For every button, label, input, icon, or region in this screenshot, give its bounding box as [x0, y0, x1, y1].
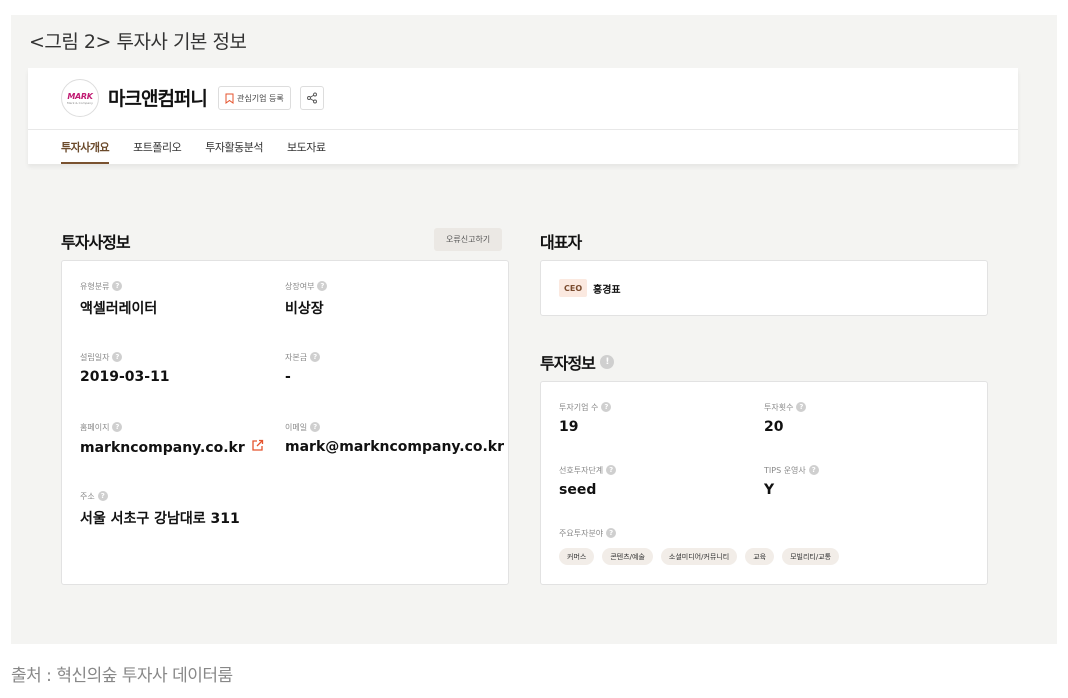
help-icon[interactable]: ? — [317, 281, 328, 291]
focus-chip[interactable]: 콘텐츠/예술 — [602, 548, 653, 565]
watchlist-label: 관심기업 등록 — [237, 93, 284, 103]
share-icon — [306, 89, 318, 108]
focus-chip[interactable]: 소셜미디어/커뮤니티 — [660, 548, 738, 565]
field-value: 19 — [559, 419, 579, 435]
field-label: 설립일자 — [80, 352, 110, 362]
field-label: 상장여부 — [285, 281, 315, 291]
ceo-panel: CEO 홍경표 — [540, 260, 988, 316]
help-icon[interactable]: ? — [112, 281, 123, 291]
field-label: 투자횟수 — [764, 402, 794, 412]
field-label: 이메일 — [285, 422, 308, 432]
field-label: 주요투자분야 — [559, 528, 604, 538]
company-name: 마크앤컴퍼니 — [108, 88, 208, 110]
field-label: TIPS 운영사 — [764, 465, 806, 475]
help-icon[interactable]: ? — [112, 422, 123, 432]
field-investment-count: 투자횟수? 20 — [764, 401, 807, 435]
field-email: 이메일? mark@markncompany.co.kr — [285, 421, 504, 455]
ceo-title: 대표자 — [540, 233, 582, 252]
investment-info-label: 투자정보 — [540, 354, 596, 373]
share-button[interactable] — [300, 86, 324, 110]
field-value: Y — [764, 482, 775, 498]
external-link-icon[interactable] — [251, 439, 264, 456]
field-value: seed — [559, 482, 597, 498]
tab-overview[interactable]: 투자사개요 — [61, 139, 110, 164]
field-value: 2019-03-11 — [80, 369, 170, 385]
tab-activity-analysis[interactable]: 투자활동분석 — [205, 139, 263, 164]
field-listing: 상장여부? 비상장 — [285, 280, 328, 318]
help-icon[interactable]: ! — [599, 355, 614, 369]
investment-info-panel: 투자기업 수? 19 투자횟수? 20 선호투자단계? seed TIPS 운영… — [540, 381, 988, 585]
focus-area-chips: 커머스 콘텐츠/예술 소셜미디어/커뮤니티 교육 모빌리티/교통 — [559, 548, 840, 565]
field-homepage: 홈페이지? markncompany.co.kr — [80, 421, 264, 456]
investor-info-title: 투자사정보 — [61, 233, 131, 252]
help-icon[interactable]: ? — [97, 491, 108, 501]
bookmark-icon — [225, 93, 234, 104]
field-value: - — [285, 369, 291, 385]
tab-bar: 투자사개요 포트폴리오 투자활동분석 보도자료 — [61, 139, 326, 164]
field-capital: 자본금? - — [285, 351, 321, 385]
help-icon[interactable]: ? — [601, 402, 612, 412]
field-label: 투자기업 수 — [559, 402, 599, 412]
ceo-tag: CEO — [559, 279, 588, 297]
help-icon[interactable]: ? — [606, 528, 617, 538]
figure-caption: <그림 2> 투자사 기본 정보 — [29, 31, 247, 53]
field-founded: 설립일자? 2019-03-11 — [80, 351, 170, 385]
field-label: 유형분류 — [80, 281, 110, 291]
logo-subtext: Mark & Company — [67, 100, 93, 105]
help-icon[interactable]: ? — [796, 402, 807, 412]
watchlist-button[interactable]: 관심기업 등록 — [218, 86, 291, 110]
header-divider — [28, 129, 1018, 130]
field-address: 주소? 서울 서초구 강남대로 311 — [80, 490, 240, 528]
field-type: 유형분류? 액셀러레이터 — [80, 280, 157, 318]
tab-press[interactable]: 보도자료 — [287, 139, 326, 164]
company-logo: MARK Mark & Company — [61, 79, 99, 117]
logo-text: MARK — [67, 91, 93, 101]
error-report-button[interactable]: 오류신고하기 — [434, 228, 503, 251]
field-tips-operator: TIPS 운영사? Y — [764, 464, 819, 498]
focus-chip[interactable]: 교육 — [745, 548, 775, 565]
field-preferred-stage: 선호투자단계? seed — [559, 464, 617, 498]
field-label: 자본금 — [285, 352, 308, 362]
field-focus-areas: 주요투자분야? — [559, 527, 617, 539]
company-header: MARK Mark & Company 마크앤컴퍼니 관심기업 등록 투자사개요… — [28, 68, 1018, 164]
investor-info-panel: 유형분류? 액셀러레이터 상장여부? 비상장 설립일자? 2019-03-11 … — [61, 260, 509, 585]
help-icon[interactable]: ? — [112, 352, 123, 362]
help-icon[interactable]: ? — [606, 465, 617, 475]
source-caption: 출처 : 혁신의숲 투자사 데이터룸 — [11, 666, 233, 686]
field-value: 액셀러레이터 — [80, 301, 158, 317]
field-value: 20 — [764, 419, 784, 435]
investor-profile-card: MARK Mark & Company 마크앤컴퍼니 관심기업 등록 투자사개요… — [28, 68, 1018, 600]
focus-chip[interactable]: 모빌리티/교통 — [782, 548, 840, 565]
help-icon[interactable]: ? — [310, 422, 321, 432]
field-value: 서울 서초구 강남대로 311 — [80, 511, 240, 527]
field-label: 주소 — [80, 491, 95, 501]
field-portfolio-count: 투자기업 수? 19 — [559, 401, 612, 435]
field-value: 비상장 — [285, 301, 324, 317]
field-label: 선호투자단계 — [559, 465, 604, 475]
help-icon[interactable]: ? — [808, 465, 819, 475]
focus-chip[interactable]: 커머스 — [559, 548, 595, 565]
tab-portfolio[interactable]: 포트폴리오 — [133, 139, 182, 164]
field-label: 홈페이지 — [80, 422, 110, 432]
homepage-link[interactable]: markncompany.co.kr — [80, 440, 245, 456]
investment-info-title: 투자정보 ! — [540, 350, 614, 374]
help-icon[interactable]: ? — [310, 352, 321, 362]
email-value[interactable]: mark@markncompany.co.kr — [285, 439, 504, 455]
ceo-name: 홍경표 — [593, 285, 621, 296]
